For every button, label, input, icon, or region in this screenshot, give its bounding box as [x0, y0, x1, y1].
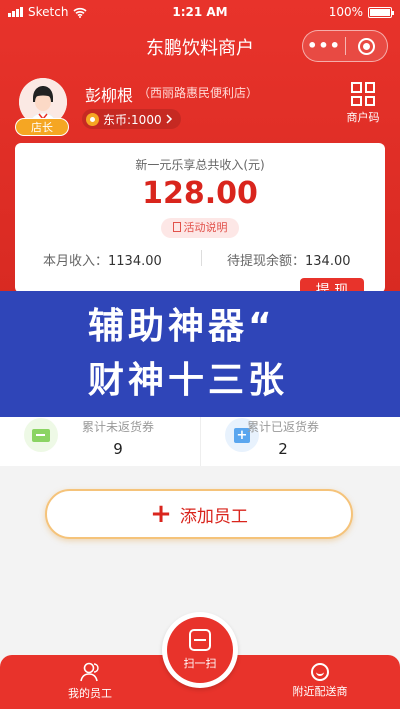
nav-bar: 东鹏饮料商户 ••• — [0, 26, 400, 66]
pending-balance: 待提现余额：134.00 — [227, 250, 351, 269]
role-badge: 店长 — [15, 118, 69, 136]
monthly-income-label: 本月收入： — [43, 254, 109, 269]
battery-percent: 100% — [328, 5, 363, 19]
scan-button-inner: 扫一扫 — [167, 617, 233, 683]
pending-balance-label: 待提现余额： — [227, 254, 306, 269]
pending-balance-value: 134.00 — [305, 254, 351, 269]
document-icon — [172, 222, 181, 232]
chat-bubble-icon — [311, 663, 329, 681]
coupon-stats: 累计未返货券 9 + 累计已返货券 2 — [0, 410, 400, 466]
status-bar: Sketch 1:21 AM 100% — [0, 0, 400, 24]
store-name: （西丽路惠民便利店） — [138, 86, 259, 100]
add-employee-label: 添加员工 — [179, 506, 248, 527]
chevron-right-icon — [166, 114, 172, 124]
activity-info-button[interactable]: 活动说明 — [161, 218, 239, 238]
qr-label: 商户码 — [346, 111, 380, 124]
scan-button[interactable]: 扫一扫 — [162, 612, 238, 688]
close-mini-program-button[interactable] — [346, 37, 387, 55]
scan-icon — [189, 629, 211, 651]
scan-label: 扫一扫 — [183, 657, 217, 670]
coin-icon — [86, 112, 99, 126]
returned-coupons-value: 2 — [278, 440, 288, 458]
battery-icon — [368, 6, 394, 18]
tab-my-staff[interactable]: 我的员工 — [40, 661, 140, 701]
banner-line-2: 财神十三张 — [88, 360, 289, 401]
income-card: 新一元乐享总共收入(元) 128.00 活动说明 本月收入：1134.00 待提… — [15, 143, 385, 293]
returned-coupons[interactable]: + 累计已返货券 2 — [200, 410, 400, 466]
people-icon — [79, 661, 101, 683]
tab-nearby-label: 附近配送商 — [292, 685, 348, 698]
stat-divider — [201, 250, 202, 266]
income-total-amount: 128.00 — [142, 176, 258, 211]
qr-code-icon — [351, 82, 375, 106]
income-total-label: 新一元乐享总共收入(元) — [135, 158, 265, 172]
target-close-icon — [357, 37, 375, 55]
tab-my-staff-label: 我的员工 — [68, 687, 112, 700]
returned-coupons-label: 累计已返货券 — [246, 420, 319, 434]
monthly-income-value: 1134.00 — [108, 254, 162, 269]
coins-balance[interactable]: 东币:1000 — [82, 109, 181, 129]
overlay-banner: 辅助神器“ 财神十三张 — [0, 291, 400, 417]
more-menu-icon[interactable]: ••• — [303, 31, 345, 61]
add-employee-button[interactable]: + 添加员工 — [45, 489, 353, 539]
mini-program-capsule: ••• — [302, 30, 388, 62]
user-name: 彭柳根 — [85, 86, 134, 105]
coins-label: 东币:1000 — [103, 112, 162, 127]
tab-nearby-distributors[interactable]: 附近配送商 — [270, 661, 370, 699]
merchant-qr-button[interactable]: 商户码 — [345, 82, 381, 125]
monthly-income: 本月收入：1134.00 — [43, 250, 162, 269]
plus-icon: + — [150, 499, 172, 529]
activity-info-label: 活动说明 — [183, 221, 228, 234]
banner-line-1: 辅助神器“ — [88, 306, 276, 347]
